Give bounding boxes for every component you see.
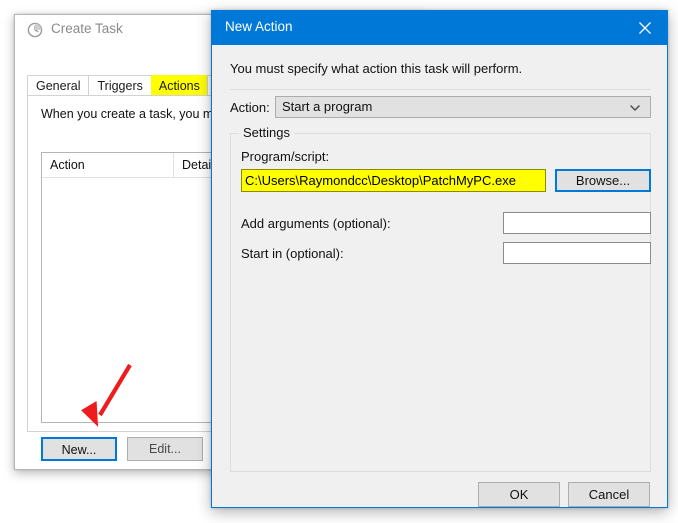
program-script-input[interactable]: C:\Users\Raymondcc\Desktop\PatchMyPC.exe <box>241 169 546 192</box>
new-action-titlebar: New Action <box>212 11 667 45</box>
instruction-divider <box>230 89 651 90</box>
start-in-input[interactable] <box>503 242 651 264</box>
close-icon[interactable] <box>623 11 667 45</box>
cancel-button[interactable]: Cancel <box>568 482 650 507</box>
dialog-instruction: You must specify what action this task w… <box>230 61 523 76</box>
new-action-title: New Action <box>225 19 293 34</box>
new-action-dialog: New Action You must specify what action … <box>211 10 668 508</box>
clock-task-icon <box>27 22 43 38</box>
create-task-title: Create Task <box>51 21 123 36</box>
column-header-action[interactable]: Action <box>42 153 174 177</box>
chevron-down-icon <box>628 101 642 115</box>
tab-triggers[interactable]: Triggers <box>88 75 152 96</box>
program-script-value: C:\Users\Raymondcc\Desktop\PatchMyPC.exe <box>245 173 516 188</box>
ok-button[interactable]: OK <box>478 482 560 507</box>
screen-root: Create Task General Triggers Actions Con… <box>0 0 678 523</box>
start-in-label: Start in (optional): <box>241 246 344 261</box>
new-action-body: You must specify what action this task w… <box>212 45 667 507</box>
browse-button[interactable]: Browse... <box>555 169 651 192</box>
add-arguments-label: Add arguments (optional): <box>241 216 391 231</box>
tab-general[interactable]: General <box>27 75 90 96</box>
action-select-value: Start a program <box>282 99 373 114</box>
create-task-description: When you create a task, you mu <box>41 107 221 121</box>
settings-legend: Settings <box>239 125 294 140</box>
add-arguments-input[interactable] <box>503 212 651 234</box>
edit-button[interactable]: Edit... <box>127 437 203 461</box>
new-button[interactable]: New... <box>41 437 117 461</box>
action-select[interactable]: Start a program <box>275 96 651 118</box>
tab-actions[interactable]: Actions <box>150 75 208 96</box>
action-label: Action: <box>230 100 270 115</box>
program-script-label: Program/script: <box>241 149 330 164</box>
